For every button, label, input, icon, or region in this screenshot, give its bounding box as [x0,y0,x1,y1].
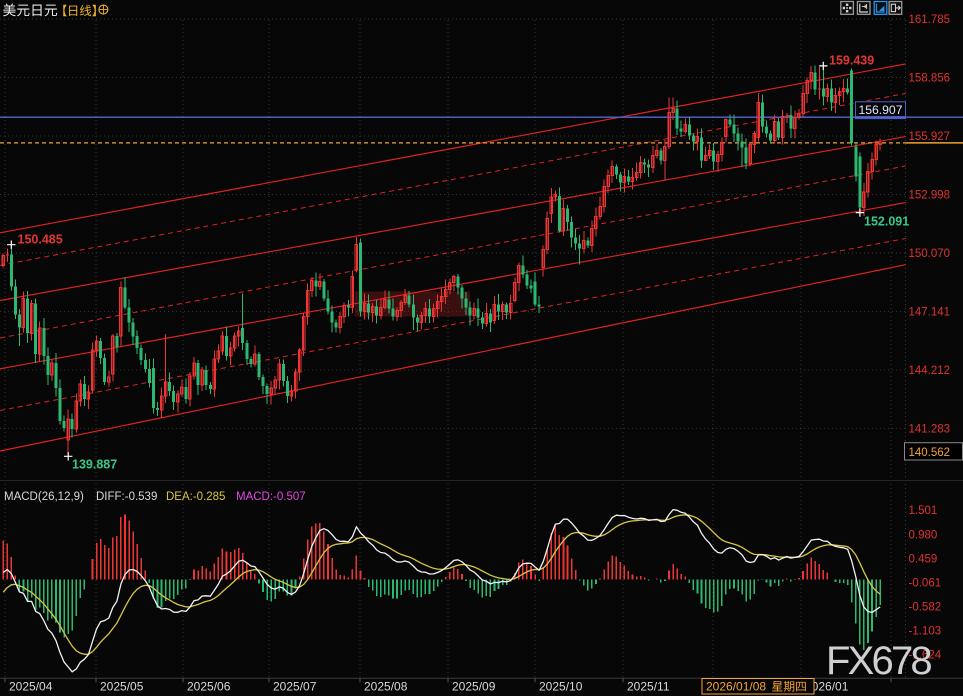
svg-text:2025/05: 2025/05 [100,680,144,694]
svg-text:141.283: 141.283 [909,423,951,435]
svg-text:DIFF:-0.539: DIFF:-0.539 [96,491,157,503]
svg-text:2025/08: 2025/08 [364,680,408,694]
svg-text:2025/06: 2025/06 [187,680,231,694]
svg-text:147.141: 147.141 [909,306,951,318]
svg-text:1.501: 1.501 [909,505,938,517]
svg-text:2025/04: 2025/04 [9,680,53,694]
svg-text:-0.582: -0.582 [909,602,942,614]
svg-text:150.070: 150.070 [909,248,951,260]
svg-text:144.212: 144.212 [909,365,951,377]
svg-text:DEA:-0.285: DEA:-0.285 [166,491,225,503]
svg-text:2026/01/08: 2026/01/08 [706,680,766,694]
svg-text:140.562: 140.562 [909,447,951,459]
svg-text:152.091: 152.091 [864,215,909,229]
svg-text:2025/09: 2025/09 [452,680,496,694]
svg-text:159.439: 159.439 [829,54,874,68]
svg-text:150.485: 150.485 [18,232,63,246]
svg-text:MACD(26,12,9): MACD(26,12,9) [4,491,84,503]
svg-text:2025/10: 2025/10 [539,680,583,694]
svg-text:161.785: 161.785 [909,14,951,26]
svg-text:0.459: 0.459 [909,553,938,565]
svg-text:139.887: 139.887 [72,457,117,471]
svg-text:158.856: 158.856 [909,73,951,85]
svg-text:152.998: 152.998 [909,190,951,202]
svg-text:155.927: 155.927 [909,131,951,143]
svg-text:-0.061: -0.061 [909,577,942,589]
svg-text:156.907: 156.907 [858,103,902,117]
svg-text:2025/11: 2025/11 [627,680,670,694]
svg-text:MACD:-0.507: MACD:-0.507 [236,491,306,503]
svg-text:-1.103: -1.103 [909,626,942,638]
svg-text:0.980: 0.980 [909,529,938,541]
svg-text:2025/07: 2025/07 [273,680,317,694]
svg-text:FX678: FX678 [826,639,931,683]
